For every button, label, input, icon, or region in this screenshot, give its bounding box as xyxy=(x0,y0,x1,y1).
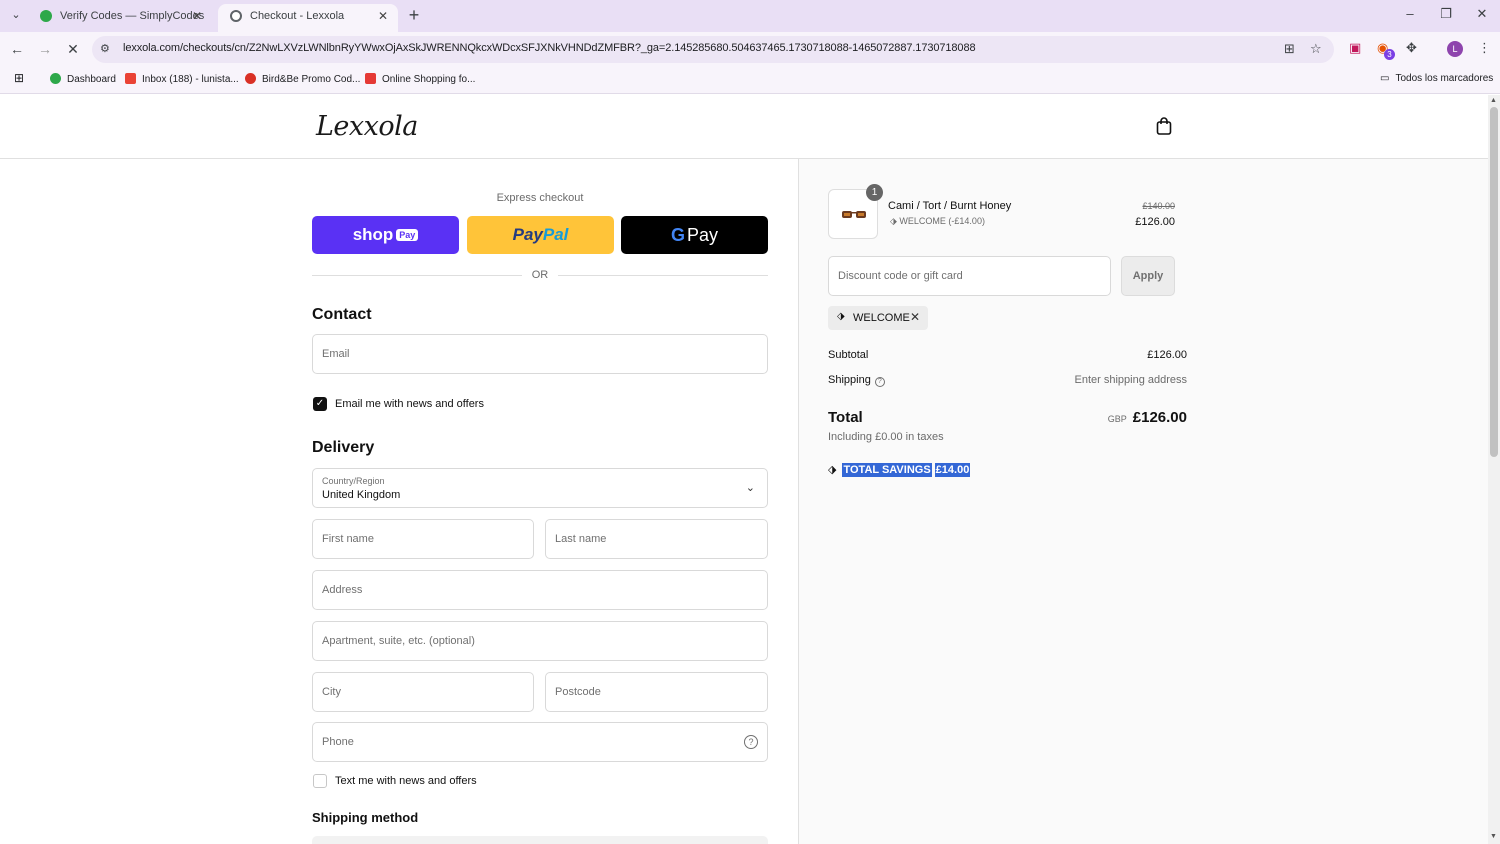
last-name-field[interactable]: Last name xyxy=(545,519,768,559)
stop-loading-icon[interactable]: ✕ xyxy=(64,40,82,58)
country-select[interactable]: Country/Region United Kingdom ⌄ xyxy=(312,468,768,508)
discounted-price: £126.00 xyxy=(1135,216,1175,228)
url-text[interactable]: lexxola.com/checkouts/cn/Z2NwLXVzLWNlbnR… xyxy=(123,42,976,54)
translate-icon[interactable]: ⊞ xyxy=(1284,41,1295,57)
bookmark-online-shopping[interactable]: Online Shopping fo... xyxy=(365,73,475,85)
shipping-value: Enter shipping address xyxy=(1074,374,1187,386)
bookmarks-bar: ⊞ Dashboard Inbox (188) - lunista... Bir… xyxy=(0,66,1500,94)
page-scrollbar[interactable]: ▲ ▼ xyxy=(1488,95,1500,844)
or-label: OR xyxy=(522,269,558,281)
profile-avatar[interactable]: L xyxy=(1447,41,1463,57)
tag-icon: ⬗ xyxy=(837,311,845,322)
total-value: GBP £126.00 xyxy=(1107,409,1187,426)
extension-icon[interactable]: ▣ xyxy=(1349,40,1361,56)
email-news-checkbox[interactable]: ✓ xyxy=(313,397,327,411)
extension-badge: 3 xyxy=(1384,49,1395,60)
birdandbe-favicon-icon xyxy=(245,73,256,84)
shipping-label: Shipping? xyxy=(828,374,885,387)
gmail-icon xyxy=(125,73,136,84)
city-field[interactable]: City xyxy=(312,672,534,712)
contact-heading: Contact xyxy=(312,306,372,323)
text-news-label[interactable]: Text me with news and offers xyxy=(335,775,477,787)
sunglasses-image xyxy=(842,211,866,218)
browser-toolbar: ← → ✕ ⚙ lexxola.com/checkouts/cn/Z2NwLXV… xyxy=(0,32,1500,66)
google-g-icon: G xyxy=(670,224,685,245)
tab-title: Verify Codes — SimplyCodes xyxy=(60,10,205,22)
tag-icon: ⬗ xyxy=(828,464,837,476)
address-field[interactable]: Address xyxy=(312,570,768,610)
shipping-method-heading: Shipping method xyxy=(312,810,419,825)
shop-pay-button[interactable]: shop Pay xyxy=(312,216,459,254)
store-logo[interactable]: Lexxola xyxy=(316,111,418,142)
folder-icon: ▭ xyxy=(1380,73,1390,84)
total-savings: ⬗ TOTAL SAVINGS £14.00 xyxy=(828,463,971,477)
close-tab-icon[interactable]: ✕ xyxy=(192,4,202,28)
product-discount: ⬗ WELCOME (-£14.00) xyxy=(890,216,985,226)
forward-arrow-icon[interactable]: → xyxy=(36,40,54,58)
address-bar[interactable]: ⚙ lexxola.com/checkouts/cn/Z2NwLXVzLWNlb… xyxy=(92,36,1334,63)
express-checkout-label: Express checkout xyxy=(496,192,584,204)
google-pay-button[interactable]: G Pay xyxy=(621,216,768,254)
phone-field[interactable]: Phone ? xyxy=(312,722,768,762)
total-label: Total xyxy=(828,409,863,426)
delivery-heading: Delivery xyxy=(312,439,375,456)
all-bookmarks-folder[interactable]: ▭ Todos los marcadores xyxy=(1380,73,1493,84)
tag-icon: ⬗ xyxy=(890,216,900,226)
first-name-field[interactable]: First name xyxy=(312,519,534,559)
apps-grid-icon[interactable]: ⊞ xyxy=(14,71,24,85)
menu-kebab-icon[interactable]: ⋮ xyxy=(1478,40,1491,56)
email-news-label[interactable]: Email me with news and offers xyxy=(335,398,484,410)
postcode-field[interactable]: Postcode xyxy=(545,672,768,712)
apartment-field[interactable]: Apartment, suite, etc. (optional) xyxy=(312,621,768,661)
quantity-badge: 1 xyxy=(866,184,883,201)
applied-discount-chip: ⬗ WELCOME ✕ xyxy=(828,306,928,330)
bookmark-dashboard[interactable]: Dashboard xyxy=(50,73,116,85)
subtotal-value: £126.00 xyxy=(1147,349,1187,361)
back-arrow-icon[interactable]: ← xyxy=(8,40,26,58)
scroll-up-icon[interactable]: ▲ xyxy=(1490,97,1497,104)
dashboard-favicon-icon xyxy=(50,73,61,84)
text-news-checkbox[interactable] xyxy=(313,774,327,788)
tab-title: Checkout - Lexxola xyxy=(250,10,345,22)
email-field[interactable]: Email xyxy=(312,334,768,374)
restore-icon[interactable]: ❐ xyxy=(1436,6,1456,22)
paypal-button[interactable]: Pay Pal xyxy=(467,216,614,254)
simplycodes-favicon-icon xyxy=(40,10,52,22)
close-window-icon[interactable]: ✕ xyxy=(1472,6,1492,22)
tab-search-icon[interactable]: ⌄ xyxy=(8,7,24,23)
close-tab-icon[interactable]: ✕ xyxy=(378,4,388,28)
taxes-note: Including £0.00 in taxes xyxy=(828,431,944,443)
original-price: £140.00 xyxy=(1142,201,1175,211)
bookmark-inbox[interactable]: Inbox (188) - lunista... xyxy=(125,73,239,85)
shopping-favicon-icon xyxy=(365,73,376,84)
shipping-method-box xyxy=(312,836,768,844)
remove-discount-icon[interactable]: ✕ xyxy=(910,310,920,324)
scroll-down-icon[interactable]: ▼ xyxy=(1490,833,1497,840)
bookmark-star-icon[interactable]: ☆ xyxy=(1310,41,1322,57)
apply-button[interactable]: Apply xyxy=(1121,256,1175,296)
shopping-bag-icon[interactable] xyxy=(1156,117,1172,135)
lexxola-favicon-icon xyxy=(230,10,242,22)
minimize-icon[interactable]: – xyxy=(1400,6,1420,21)
tab-strip: ⌄ Verify Codes — SimplyCodes ✕ Checkout … xyxy=(0,0,1500,32)
tab-checkout[interactable]: Checkout - Lexxola ✕ xyxy=(218,4,398,32)
discount-code-field[interactable]: Discount code or gift card xyxy=(828,256,1111,296)
new-tab-plus-icon[interactable]: + xyxy=(404,5,424,25)
scroll-thumb[interactable] xyxy=(1490,107,1498,457)
help-question-icon[interactable]: ? xyxy=(744,735,758,749)
product-name: Cami / Tort / Burnt Honey xyxy=(888,200,1012,212)
bookmark-birdandbe[interactable]: Bird&Be Promo Cod... xyxy=(245,73,360,85)
tab-verify-codes[interactable]: Verify Codes — SimplyCodes ✕ xyxy=(28,4,212,32)
chevron-down-icon: ⌄ xyxy=(745,482,755,494)
site-info-icon[interactable]: ⚙ xyxy=(100,42,110,55)
shipping-info-icon[interactable]: ? xyxy=(874,377,885,387)
extensions-puzzle-icon[interactable]: ✥ xyxy=(1406,40,1417,56)
store-header: Lexxola xyxy=(0,95,1488,159)
subtotal-label: Subtotal xyxy=(828,349,869,361)
